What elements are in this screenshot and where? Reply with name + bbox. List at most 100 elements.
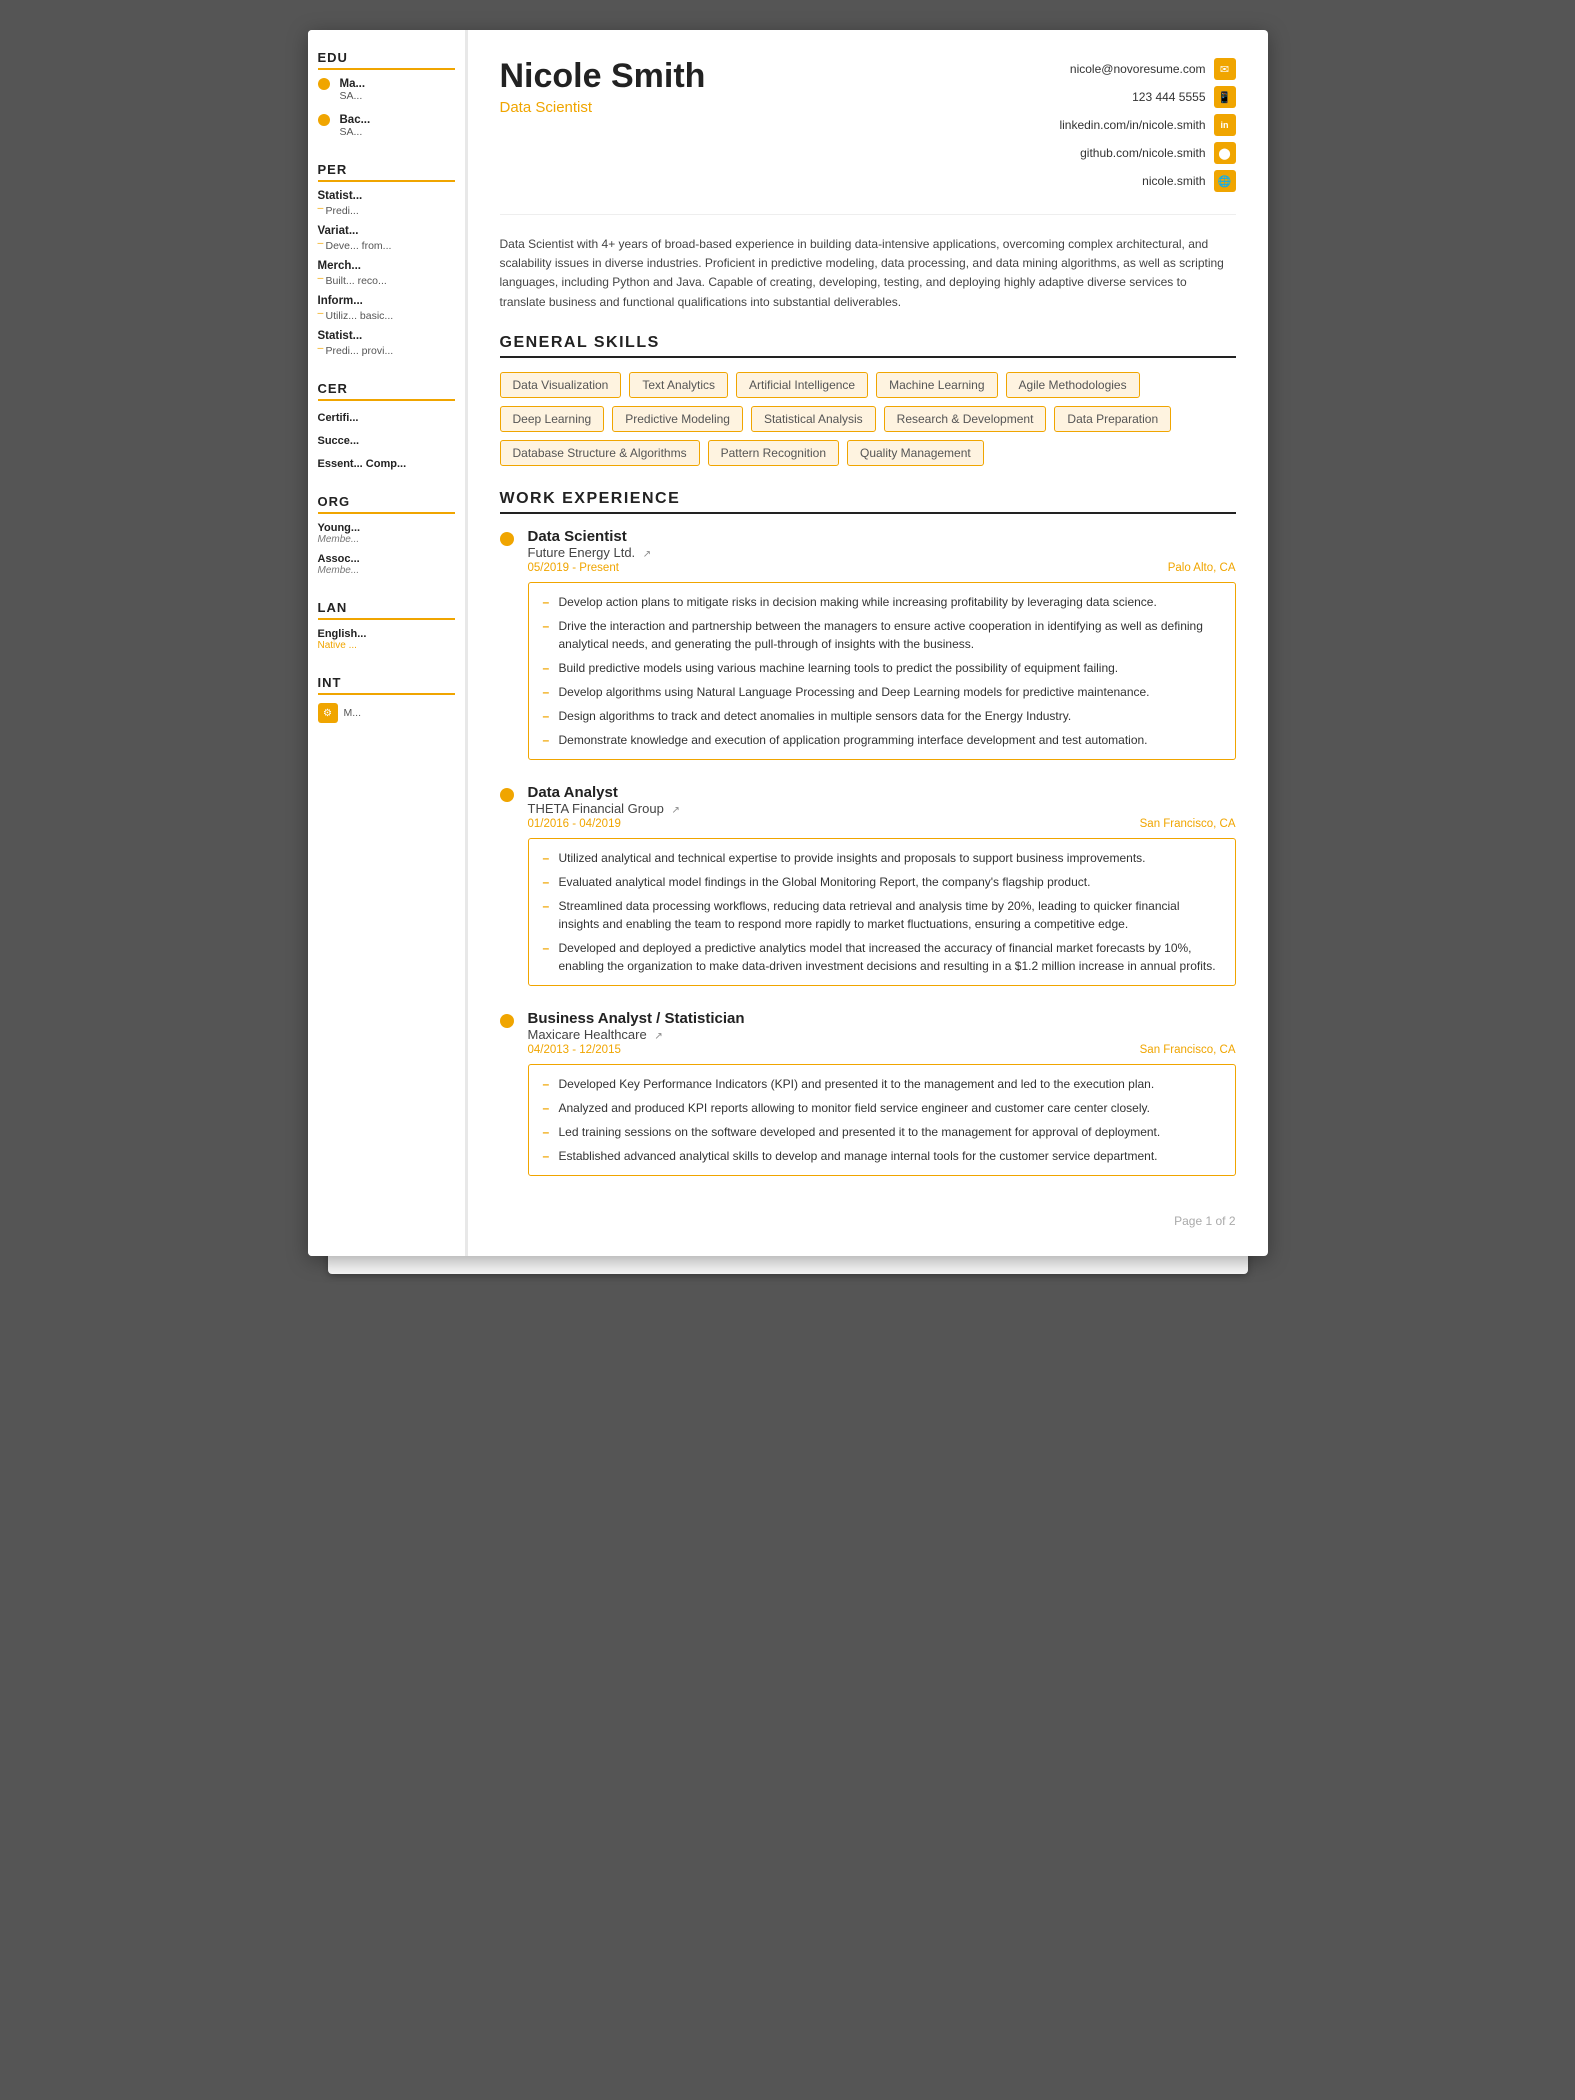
linkedin-icon: in — [1214, 114, 1236, 136]
company-link-icon-0: ↗ — [643, 549, 651, 560]
sidebar-interests-heading: INT — [318, 675, 455, 695]
job-company-0: Future Energy Ltd. ↗ — [528, 545, 1236, 560]
skill-tag-2: Artificial Intelligence — [736, 372, 868, 398]
skill-tag-10: Database Structure & Algorithms — [500, 440, 700, 466]
bullet-1-3: Developed and deployed a predictive anal… — [543, 939, 1221, 975]
lang-1: English... Native ... — [318, 628, 455, 651]
sidebar-personal-section: PER Statist... Predi... Variat... Deve..… — [318, 162, 455, 357]
job-dot-0 — [500, 532, 514, 546]
job-bullets-2: Developed Key Performance Indicators (KP… — [528, 1064, 1236, 1176]
personal-label-3: Merch... — [318, 260, 455, 272]
interest-icon-1: ⚙ — [318, 703, 338, 723]
personal-bullet-3: Built... reco... — [318, 275, 387, 287]
bullet-0-0: Develop action plans to mitigate risks i… — [543, 593, 1221, 611]
sidebar-personal-2: Variat... Deve... from... — [318, 225, 455, 252]
org-name-1: Young... — [318, 522, 455, 534]
sidebar-personal-5: Statist... Predi... provi... — [318, 330, 455, 357]
personal-bullet-4: Utiliz... basic... — [318, 310, 394, 322]
sidebar: EDU Ma... SA... Bac... SA... — [308, 30, 468, 1256]
interest-label-1: M... — [344, 707, 362, 719]
job-bullets-0: Develop action plans to mitigate risks i… — [528, 582, 1236, 760]
job-company-1: THETA Financial Group ↗ — [528, 801, 1236, 816]
org-name-2: Assoc... — [318, 553, 455, 565]
cert-2: Succe... — [318, 432, 455, 447]
edu-degree-2: Bac... — [340, 114, 371, 126]
job-dot-1 — [500, 788, 514, 802]
sidebar-edu-item-2: Bac... SA... — [318, 114, 455, 138]
bullet-2-1: Analyzed and produced KPI reports allowi… — [543, 1099, 1221, 1117]
job-dates-row-0: 05/2019 - Present Palo Alto, CA — [528, 562, 1236, 574]
skill-tag-1: Text Analytics — [629, 372, 728, 398]
org-role-2: Membe... — [318, 565, 455, 576]
edu-school-1: SA... — [340, 90, 366, 102]
personal-bullet-1: Predi... — [318, 205, 359, 217]
skill-tag-9: Data Preparation — [1054, 406, 1171, 432]
job-location-1: San Francisco, CA — [1140, 818, 1236, 830]
github-icon: ⬤ — [1214, 142, 1236, 164]
lang-name-1: English... — [318, 628, 455, 640]
contact-linkedin: linkedin.com/in/nicole.smith in — [1059, 114, 1235, 136]
edu-dot-2 — [318, 114, 330, 126]
job-title-2: Business Analyst / Statistician — [528, 1010, 1236, 1027]
cert-name-2: Succe... — [318, 435, 360, 447]
personal-label-1: Statist... — [318, 190, 455, 202]
skill-tag-0: Data Visualization — [500, 372, 622, 398]
job-dates-row-1: 01/2016 - 04/2019 San Francisco, CA — [528, 818, 1236, 830]
linkedin-text: linkedin.com/in/nicole.smith — [1059, 118, 1205, 132]
skills-tags-container: Data Visualization Text Analytics Artifi… — [500, 372, 1236, 466]
sidebar-personal-1: Statist... Predi... — [318, 190, 455, 217]
job-location-2: San Francisco, CA — [1140, 1044, 1236, 1056]
bullet-1-0: Utilized analytical and technical expert… — [543, 849, 1221, 867]
work-experience-section: WORK EXPERIENCE Data Scientist Future En… — [500, 490, 1236, 1176]
org-2: Assoc... Membe... — [318, 553, 455, 576]
skill-tag-11: Pattern Recognition — [708, 440, 839, 466]
bullet-0-1: Drive the interaction and partnership be… — [543, 617, 1221, 653]
cert-name-1: Certifi... — [318, 412, 359, 424]
work-heading: WORK EXPERIENCE — [500, 490, 1236, 514]
job-item-2: Business Analyst / Statistician Maxicare… — [500, 1010, 1236, 1176]
company-link-icon-2: ↗ — [654, 1031, 662, 1042]
personal-label-2: Variat... — [318, 225, 455, 237]
skill-tag-3: Machine Learning — [876, 372, 997, 398]
job-title-1: Data Analyst — [528, 784, 1236, 801]
sidebar-organizations-section: ORG Young... Membe... Assoc... Membe... — [318, 494, 455, 576]
contact-email: nicole@novoresume.com ✉ — [1059, 58, 1235, 80]
company-link-icon-1: ↗ — [671, 805, 679, 816]
bullet-2-2: Led training sessions on the software de… — [543, 1123, 1221, 1141]
main-content: Nicole Smith Data Scientist nicole@novor… — [468, 30, 1268, 1256]
personal-bullet-2: Deve... from... — [318, 240, 392, 252]
org-1: Young... Membe... — [318, 522, 455, 545]
skills-heading: GENERAL SKILLS — [500, 334, 1236, 358]
website-text: nicole.smith — [1142, 174, 1205, 188]
job-location-0: Palo Alto, CA — [1168, 562, 1236, 574]
job-dates-row-2: 04/2013 - 12/2015 San Francisco, CA — [528, 1044, 1236, 1056]
sidebar-lang-heading: LAN — [318, 600, 455, 620]
header-left: Nicole Smith Data Scientist — [500, 58, 706, 116]
bullet-2-0: Developed Key Performance Indicators (KP… — [543, 1075, 1221, 1093]
skill-tag-5: Deep Learning — [500, 406, 605, 432]
skill-tag-8: Research & Development — [884, 406, 1047, 432]
sidebar-languages-section: LAN English... Native ... — [318, 600, 455, 651]
sidebar-org-heading: ORG — [318, 494, 455, 514]
candidate-title: Data Scientist — [500, 99, 706, 116]
job-dot-2 — [500, 1014, 514, 1028]
sidebar-personal-3: Merch... Built... reco... — [318, 260, 455, 287]
sidebar-interests-section: INT ⚙ M... — [318, 675, 455, 723]
lang-level-1: Native ... — [318, 640, 455, 651]
edu-dot-1 — [318, 78, 330, 90]
cert-1: Certifi... — [318, 409, 455, 424]
skill-tag-4: Agile Methodologies — [1006, 372, 1140, 398]
skill-tag-12: Quality Management — [847, 440, 984, 466]
phone-icon: 📱 — [1214, 86, 1236, 108]
email-icon: ✉ — [1214, 58, 1236, 80]
personal-label-4: Inform... — [318, 295, 455, 307]
sidebar-edu-item-1: Ma... SA... — [318, 78, 455, 102]
resume-page: EDU Ma... SA... Bac... SA... — [308, 30, 1268, 1256]
skills-section: GENERAL SKILLS Data Visualization Text A… — [500, 334, 1236, 466]
sidebar-cert-heading: CER — [318, 381, 455, 401]
sidebar-education-section: EDU Ma... SA... Bac... SA... — [318, 50, 455, 138]
header-right: nicole@novoresume.com ✉ 123 444 5555 📱 l… — [1059, 58, 1235, 198]
sidebar-personal-4: Inform... Utiliz... basic... — [318, 295, 455, 322]
page-wrapper: Page 2 of 2 EDU Ma... SA... Bac... — [308, 30, 1268, 1256]
job-dates-1: 01/2016 - 04/2019 — [528, 818, 621, 830]
